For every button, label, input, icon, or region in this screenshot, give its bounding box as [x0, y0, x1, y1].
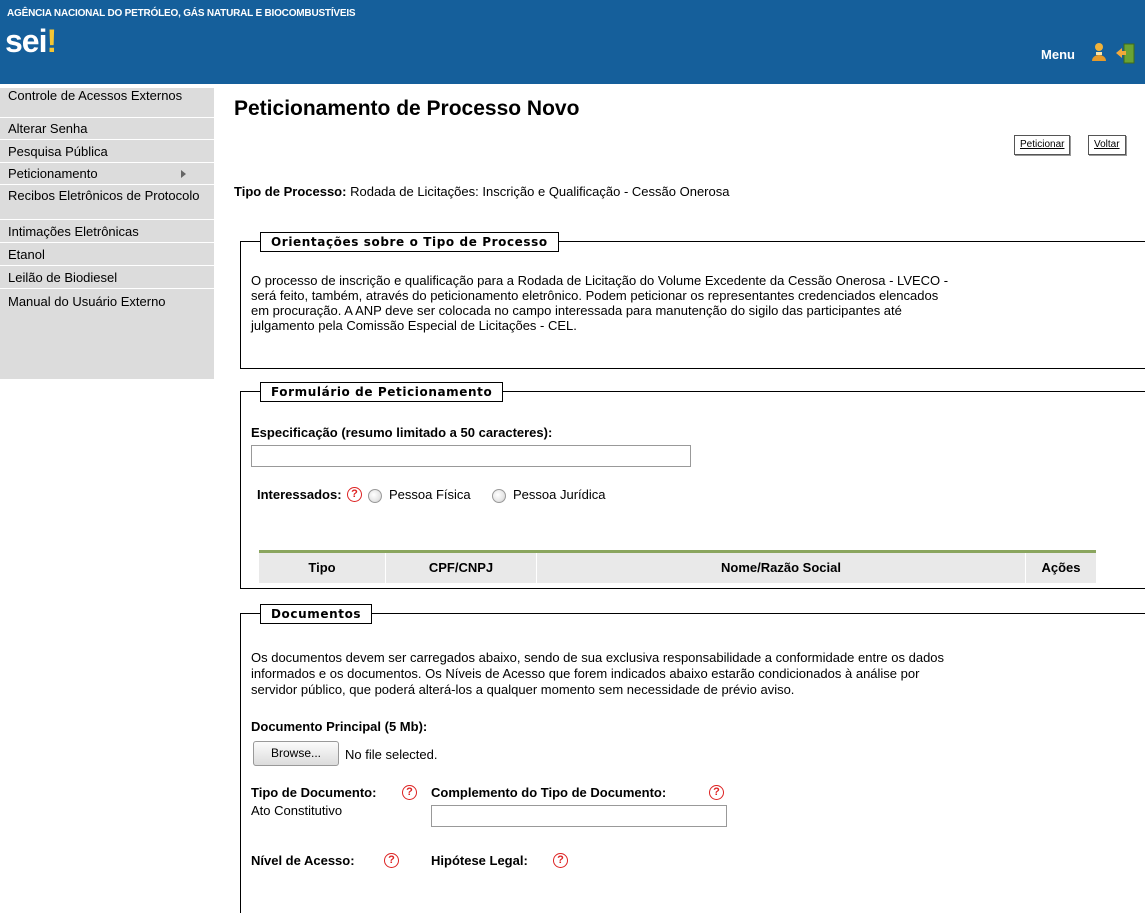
logo-mark: ! — [46, 23, 57, 59]
orientacoes-line: O processo de inscrição e qualificação p… — [251, 273, 949, 288]
sidebar-item-label: Peticionamento — [8, 166, 98, 181]
sidebar-item-peticionamento[interactable]: Peticionamento — [0, 163, 214, 185]
documentos-line: servidor público, que poderá alterá-los … — [251, 682, 795, 697]
complemento-label: Complemento do Tipo de Documento: — [431, 785, 667, 800]
orientacoes-line: em procuração. A ANP deve ser colocada n… — [251, 303, 902, 318]
documento-principal-label: Documento Principal (5 Mb): — [251, 719, 428, 734]
sidebar-item-label: Pesquisa Pública — [8, 144, 108, 159]
sidebar-item-recibos[interactable]: Recibos Eletrônicos de Protocolo — [0, 185, 214, 220]
page-title: Peticionamento de Processo Novo — [234, 97, 580, 120]
sidebar-item-manual[interactable]: Manual do Usuário Externo — [0, 289, 214, 379]
pessoa-juridica-label: Pessoa Jurídica — [513, 487, 606, 502]
tipo-processo: Tipo de Processo: Rodada de Licitações: … — [234, 184, 729, 199]
table-header-cpf-cnpj: CPF/CNPJ — [386, 553, 537, 583]
logo-text: sei — [5, 23, 47, 59]
sidebar-menu: Controle de Acessos Externos Alterar Sen… — [0, 88, 214, 379]
tipo-processo-label: Tipo de Processo: — [234, 184, 347, 199]
chevron-right-icon — [181, 170, 186, 178]
complemento-input[interactable] — [431, 805, 727, 827]
sidebar-item-label: Controle de Acessos Externos — [8, 88, 183, 103]
sidebar-item-pesquisa-publica[interactable]: Pesquisa Pública — [0, 140, 214, 163]
org-name: AGÊNCIA NACIONAL DO PETRÓLEO, GÁS NATURA… — [7, 8, 356, 19]
radio-pessoa-fisica[interactable] — [368, 489, 382, 503]
orientacoes-fieldset: Orientações sobre o Tipo de Processo O p… — [240, 232, 1145, 369]
help-icon[interactable]: ? — [402, 785, 417, 800]
table-header-tipo: Tipo — [259, 553, 386, 583]
sei-logo[interactable]: sei! — [5, 23, 57, 60]
sidebar-item-label: Etanol — [8, 247, 45, 262]
browse-button[interactable]: Browse... — [253, 741, 339, 766]
sidebar-item-controle-acessos[interactable]: Controle de Acessos Externos — [0, 88, 214, 118]
orientacoes-line: julgamento pela Comissão Especial de Lic… — [251, 318, 577, 333]
exit-door-icon[interactable] — [1115, 42, 1135, 64]
sidebar-item-label: Recibos Eletrônicos de Protocolo — [8, 188, 200, 203]
sidebar-item-etanol[interactable]: Etanol — [0, 243, 214, 266]
sidebar-item-label: Intimações Eletrônicas — [8, 224, 139, 239]
documentos-line: informados e os documentos. Os Níveis de… — [251, 666, 920, 681]
formulario-fieldset: Formulário de Peticionamento Especificaç… — [240, 382, 1145, 589]
orientacoes-legend: Orientações sobre o Tipo de Processo — [260, 232, 559, 252]
hipotese-legal-label: Hipótese Legal: — [431, 853, 528, 868]
formulario-legend: Formulário de Peticionamento — [260, 382, 504, 402]
sidebar-item-leilao-biodiesel[interactable]: Leilão de Biodiesel — [0, 266, 214, 289]
sidebar-item-alterar-senha[interactable]: Alterar Senha — [0, 118, 214, 140]
sidebar-item-intimacoes[interactable]: Intimações Eletrônicas — [0, 220, 214, 243]
sidebar-item-label: Alterar Senha — [8, 121, 88, 136]
voltar-button[interactable]: Voltar — [1088, 135, 1126, 155]
help-icon[interactable]: ? — [384, 853, 399, 868]
peticionar-button[interactable]: Peticionar — [1014, 135, 1071, 155]
pessoa-fisica-label: Pessoa Física — [389, 487, 471, 502]
tipo-documento-label: Tipo de Documento: — [251, 785, 377, 800]
radio-pessoa-juridica[interactable] — [492, 489, 506, 503]
especificacao-label: Especificação (resumo limitado a 50 cara… — [251, 425, 553, 440]
sidebar-item-label: Manual do Usuário Externo — [8, 294, 166, 309]
sidebar-item-label: Leilão de Biodiesel — [8, 270, 118, 285]
especificacao-input[interactable] — [251, 445, 691, 467]
help-icon[interactable]: ? — [709, 785, 724, 800]
interessados-label: Interessados: — [257, 487, 342, 502]
top-header: AGÊNCIA NACIONAL DO PETRÓLEO, GÁS NATURA… — [0, 0, 1145, 84]
tipo-processo-value: Rodada de Licitações: Inscrição e Qualif… — [350, 184, 730, 199]
menu-button[interactable]: Menu — [1041, 47, 1075, 62]
file-status: No file selected. — [345, 747, 438, 762]
help-icon[interactable]: ? — [347, 487, 362, 502]
nivel-acesso-label: Nível de Acesso: — [251, 853, 355, 868]
orientacoes-line: será feito, também, através do peticiona… — [251, 288, 939, 303]
table-header-nome: Nome/Razão Social — [537, 553, 1026, 583]
tipo-documento-value: Ato Constitutivo — [251, 803, 343, 818]
documentos-line: Os documentos devem ser carregados abaix… — [251, 650, 945, 665]
user-icon[interactable] — [1090, 42, 1108, 62]
table-header-acoes: Ações — [1041, 560, 1081, 575]
interessados-table: Tipo CPF/CNPJ Nome/Razão Social Ações — [259, 550, 1096, 583]
documentos-legend: Documentos — [260, 604, 373, 624]
documentos-fieldset: Documentos Os documentos devem ser carre… — [240, 604, 1145, 913]
help-icon[interactable]: ? — [553, 853, 568, 868]
